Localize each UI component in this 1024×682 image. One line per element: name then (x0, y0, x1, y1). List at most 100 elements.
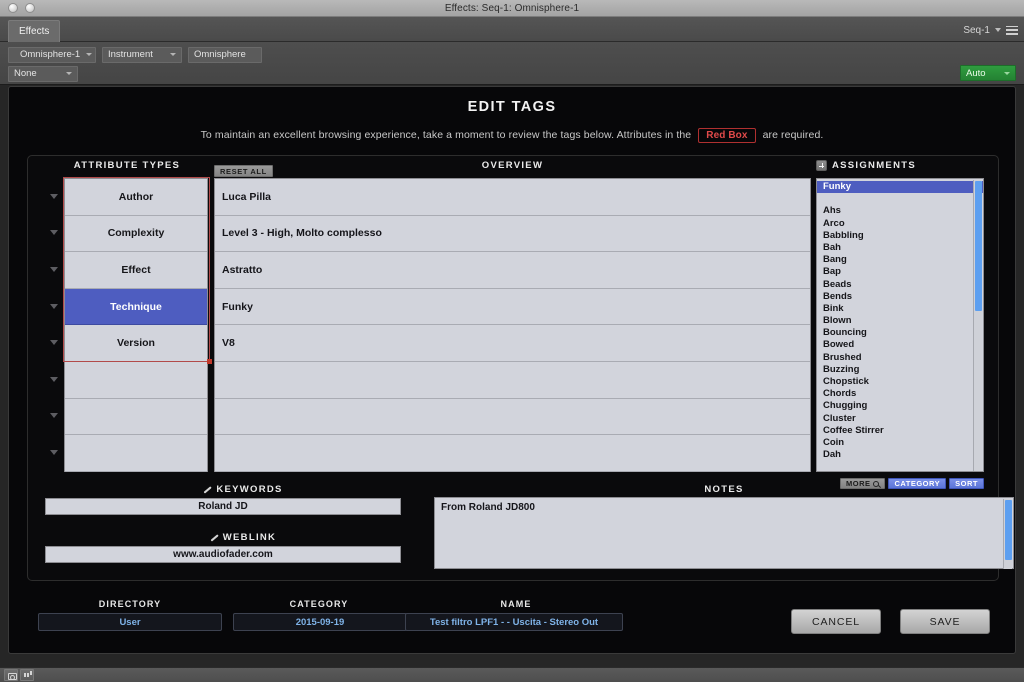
assignment-item[interactable]: Bang (817, 254, 983, 266)
notes-scroll-thumb[interactable] (1005, 500, 1012, 560)
preset-field[interactable]: None (8, 65, 78, 82)
assignment-item[interactable]: Babbling (817, 230, 983, 242)
assignment-item[interactable]: Chugging (817, 400, 983, 412)
chevron-down-icon (170, 53, 176, 56)
assignment-item[interactable]: Bink (817, 303, 983, 315)
plus-icon[interactable] (816, 160, 827, 171)
assignments-list[interactable]: Funky Ahs Arco Babbling Bah Bang Bap Bea… (816, 178, 984, 472)
preset-selector-label[interactable]: Seq-1 (963, 25, 990, 36)
assignment-item[interactable]: Coin (817, 437, 983, 449)
attribute-dropdown-arrow[interactable] (46, 215, 62, 252)
attribute-types-list[interactable]: Author Complexity Effect Technique Versi… (64, 178, 208, 472)
assignment-item[interactable]: Dah (817, 449, 983, 461)
attribute-row-technique[interactable]: Technique (65, 288, 207, 326)
subtitle-text-after: are required. (762, 129, 824, 141)
slot-type-label: Instrument (108, 49, 153, 60)
assignment-item[interactable]: Beads (817, 279, 983, 291)
hamburger-menu-icon[interactable] (1006, 25, 1018, 35)
assignment-item[interactable]: Brushed (817, 352, 983, 364)
pencil-icon[interactable] (203, 486, 211, 494)
cancel-button[interactable]: CANCEL (791, 609, 881, 634)
attribute-dropdown-arrow[interactable] (46, 178, 62, 215)
assignment-item[interactable]: Chopstick (817, 376, 983, 388)
meter-icon[interactable] (20, 669, 34, 681)
save-button[interactable]: SAVE (900, 609, 990, 634)
assignment-item[interactable]: Cluster (817, 413, 983, 425)
attribute-dropdown-arrow[interactable] (46, 434, 62, 471)
assignment-item[interactable]: Bah (817, 242, 983, 254)
overview-heading: OVERVIEW (481, 160, 544, 171)
assignment-spacer (817, 193, 983, 205)
attribute-row-effect[interactable]: Effect (65, 252, 207, 289)
notes-field[interactable]: From Roland JD800 (434, 497, 1014, 569)
reset-all-button[interactable]: RESET ALL (214, 165, 273, 177)
attribute-dropdown-arrow[interactable] (46, 361, 62, 398)
slot-name-field[interactable]: Omnisphere-1 (8, 46, 96, 63)
toolbar-row-bottom: None (8, 65, 78, 82)
plugin-toolbar: Omnisphere-1 Instrument Omnisphere None … (0, 42, 1024, 85)
assignment-item[interactable]: Coffee Stirrer (817, 425, 983, 437)
plugin-name-label: Omnisphere (194, 49, 246, 60)
overview-row[interactable]: Astratto (215, 252, 810, 289)
overview-row[interactable]: Luca Pilla (215, 179, 810, 216)
assignment-item-selected[interactable]: Funky (817, 181, 983, 194)
weblink-field[interactable]: www.audiofader.com (45, 546, 401, 563)
assignment-item[interactable]: Bap (817, 266, 983, 278)
attribute-dropdown-arrow[interactable] (46, 288, 62, 325)
overview-row[interactable]: Funky (215, 289, 810, 326)
chevron-down-icon (50, 340, 58, 346)
tabstrip-right-controls: Seq-1 (963, 20, 1018, 40)
assignments-heading: ASSIGNMENTS (832, 160, 916, 171)
attribute-dropdown-arrow[interactable] (46, 324, 62, 361)
attribute-row-empty[interactable] (65, 435, 207, 472)
overview-row[interactable] (215, 399, 810, 436)
assignment-item[interactable]: Bends (817, 291, 983, 303)
attribute-dropdown-arrows (46, 178, 62, 472)
assignments-scroll-thumb[interactable] (975, 181, 982, 311)
pencil-icon[interactable] (210, 534, 218, 542)
assignment-item[interactable]: Bouncing (817, 327, 983, 339)
assignments-scrollbar[interactable] (973, 180, 982, 471)
assignments-column: Funky Ahs Arco Babbling Bah Bang Bap Bea… (816, 178, 984, 472)
category-field[interactable]: 2015-09-19 (233, 613, 407, 631)
page-title: EDIT TAGS (467, 99, 557, 115)
overview-list[interactable]: Luca Pilla Level 3 - High, Molto comples… (214, 178, 811, 472)
overview-row[interactable] (215, 362, 810, 399)
attribute-row-author[interactable]: Author (65, 179, 207, 216)
overview-row[interactable]: V8 (215, 325, 810, 362)
chevron-down-icon (1004, 71, 1010, 75)
tab-effects[interactable]: Effects (8, 20, 61, 42)
status-bar (0, 667, 1024, 682)
attribute-dropdown-arrow[interactable] (46, 398, 62, 435)
weblink-heading-wrap: WEBLINK (63, 532, 423, 543)
assignment-item[interactable]: Blown (817, 315, 983, 327)
category-label: CATEGORY (289, 599, 349, 609)
overview-row[interactable]: Level 3 - High, Molto complesso (215, 216, 810, 253)
name-field[interactable]: Test filtro LPF1 - - Uscita - Stereo Out (405, 613, 623, 631)
dialog-subtitle: To maintain an excellent browsing experi… (9, 128, 1015, 143)
camera-icon[interactable] (4, 669, 18, 681)
attribute-row-empty[interactable] (65, 362, 207, 399)
assignment-item[interactable]: Ahs (817, 205, 983, 217)
assignment-item[interactable]: Arco (817, 218, 983, 230)
plugin-name-field[interactable]: Omnisphere (188, 46, 262, 63)
notes-scrollbar[interactable] (1003, 499, 1012, 569)
directory-field[interactable]: User (38, 613, 222, 631)
chevron-down-icon (50, 449, 58, 455)
assignment-item[interactable]: Buzzing (817, 364, 983, 376)
chevron-down-icon[interactable] (995, 28, 1001, 32)
attribute-row-empty[interactable] (65, 399, 207, 436)
overview-row[interactable] (215, 435, 810, 472)
window-title: Effects: Seq-1: Omnisphere-1 (444, 2, 580, 14)
attribute-dropdown-arrow[interactable] (46, 251, 62, 288)
chevron-down-icon (50, 266, 58, 272)
assignment-item[interactable]: Bowed (817, 339, 983, 351)
automation-mode-button[interactable]: Auto (960, 65, 1016, 81)
assignment-item[interactable]: Chords (817, 388, 983, 400)
slot-type-field[interactable]: Instrument (102, 46, 182, 63)
keywords-heading-wrap: KEYWORDS (63, 484, 423, 495)
attribute-row-complexity[interactable]: Complexity (65, 216, 207, 253)
attribute-row-version[interactable]: Version (65, 325, 207, 362)
toolbar-row-top: Omnisphere-1 Instrument Omnisphere (8, 46, 262, 63)
keywords-field[interactable]: Roland JD (45, 498, 401, 515)
